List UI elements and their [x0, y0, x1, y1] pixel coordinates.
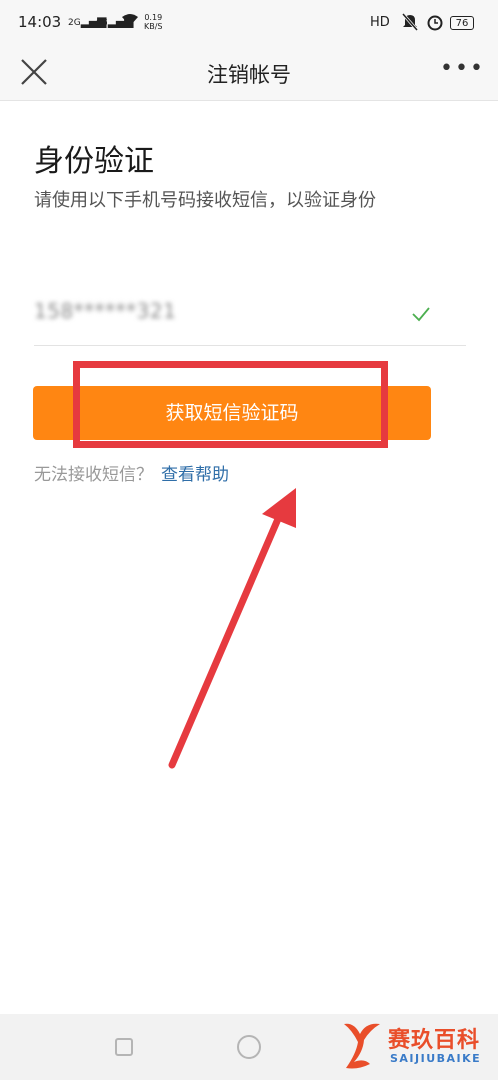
- page-header-title: 注销帐号: [207, 63, 291, 87]
- home-button[interactable]: [237, 1035, 261, 1059]
- wifi-icon: [121, 12, 139, 32]
- help-question: 无法接收短信？: [34, 465, 153, 485]
- page-title: 身份验证: [34, 144, 154, 179]
- mute-icon: [401, 13, 419, 35]
- speed-unit: KB/S: [144, 22, 163, 31]
- status-bar: 14:03 2G▂▄▆ 4G▂▄▆ 0.19 KB/S HD 76: [0, 0, 498, 44]
- recent-apps-button[interactable]: [115, 1038, 133, 1056]
- speed-value: 0.19: [144, 13, 163, 22]
- signal-4g-label: 4G: [95, 18, 108, 28]
- more-options-button[interactable]: •••: [440, 58, 483, 82]
- watermark: 赛玖百科 SAIJIUBAIKE: [340, 1018, 494, 1076]
- phone-number-row: 158******321: [34, 285, 466, 346]
- get-sms-code-button[interactable]: 获取短信验证码: [33, 386, 431, 440]
- help-row: 无法接收短信？ 查看帮助: [34, 460, 229, 485]
- check-icon: [412, 307, 430, 322]
- phone-number: 158******321: [34, 299, 177, 323]
- watermark-brand-sub: SAIJIUBAIKE: [390, 1052, 482, 1065]
- network-speed: 0.19 KB/S: [144, 13, 163, 31]
- page-subtitle: 请使用以下手机号码接收短信，以验证身份: [34, 190, 376, 211]
- watermark-brand: 赛玖百科: [388, 1028, 481, 1053]
- view-help-link[interactable]: 查看帮助: [161, 465, 229, 485]
- signal-2g-label: 2G: [68, 18, 81, 28]
- alarm-icon: [426, 13, 444, 35]
- whale-tail-logo-icon: [344, 1023, 380, 1069]
- battery-icon: 76: [450, 16, 474, 30]
- hd-badge: HD: [370, 15, 390, 30]
- status-time: 14:03: [18, 13, 62, 31]
- app-header: 注销帐号 •••: [0, 44, 498, 101]
